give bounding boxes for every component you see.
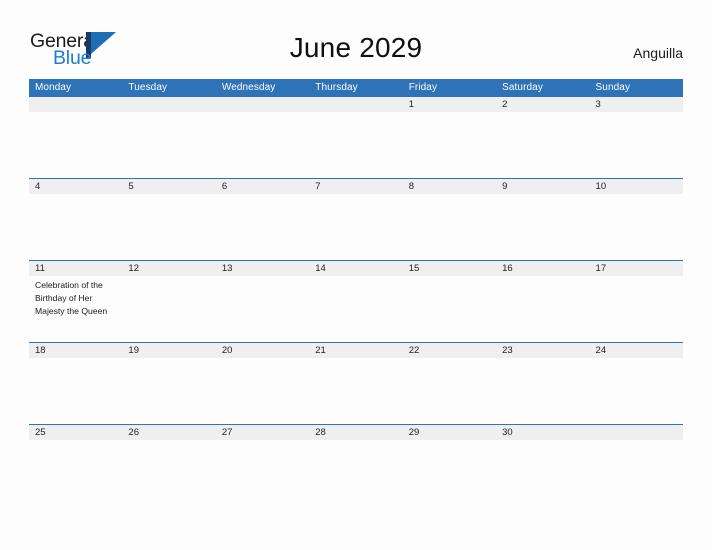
week-daynumber-band: 11 12 13 14 15 16 17 bbox=[29, 261, 683, 276]
day-cell[interactable] bbox=[216, 276, 309, 342]
weekday-header-row: Monday Tuesday Wednesday Thursday Friday… bbox=[29, 79, 683, 96]
day-number[interactable]: 5 bbox=[122, 179, 215, 194]
day-number[interactable]: 9 bbox=[496, 179, 589, 194]
weekday-header-sunday: Sunday bbox=[595, 82, 631, 93]
day-cell[interactable] bbox=[496, 276, 589, 342]
calendar-week-row: 18 19 20 21 22 23 24 bbox=[29, 342, 683, 424]
day-cell[interactable] bbox=[496, 112, 589, 178]
day-number[interactable]: 7 bbox=[309, 179, 402, 194]
day-cell[interactable] bbox=[216, 440, 309, 506]
day-number[interactable]: 28 bbox=[309, 425, 402, 440]
calendar-grid: Monday Tuesday Wednesday Thursday Friday… bbox=[29, 79, 683, 506]
day-cell[interactable] bbox=[403, 112, 496, 178]
day-number[interactable]: 29 bbox=[403, 425, 496, 440]
day-number[interactable]: 15 bbox=[403, 261, 496, 276]
weekday-header-monday: Monday bbox=[35, 82, 72, 93]
page-title: June 2029 bbox=[289, 32, 423, 63]
day-cell[interactable] bbox=[29, 112, 122, 178]
day-number[interactable]: 3 bbox=[590, 97, 683, 112]
day-number[interactable]: 14 bbox=[309, 261, 402, 276]
day-cell[interactable] bbox=[216, 194, 309, 260]
day-number[interactable] bbox=[29, 97, 122, 112]
day-number[interactable]: 20 bbox=[216, 343, 309, 358]
week-event-body bbox=[29, 440, 683, 506]
day-number[interactable]: 17 bbox=[590, 261, 683, 276]
day-number[interactable]: 26 bbox=[122, 425, 215, 440]
day-number[interactable]: 27 bbox=[216, 425, 309, 440]
day-cell[interactable] bbox=[29, 440, 122, 506]
page-header: General Blue June 2029 Anguilla bbox=[0, 0, 712, 78]
week-daynumber-band: 1 2 3 bbox=[29, 97, 683, 112]
day-number[interactable]: 13 bbox=[216, 261, 309, 276]
day-cell[interactable] bbox=[590, 358, 683, 424]
calendar-location-label: Anguilla bbox=[633, 45, 683, 61]
day-cell[interactable] bbox=[29, 358, 122, 424]
day-number[interactable]: 4 bbox=[29, 179, 122, 194]
day-number[interactable]: 8 bbox=[403, 179, 496, 194]
day-number[interactable]: 6 bbox=[216, 179, 309, 194]
day-cell[interactable] bbox=[403, 358, 496, 424]
day-number[interactable]: 1 bbox=[403, 97, 496, 112]
weekday-header-thursday: Thursday bbox=[315, 82, 358, 93]
day-cell[interactable] bbox=[122, 440, 215, 506]
day-cell[interactable] bbox=[309, 194, 402, 260]
week-event-body: Celebration of the Birthday of Her Majes… bbox=[29, 276, 683, 342]
day-cell[interactable] bbox=[590, 276, 683, 342]
day-cell[interactable] bbox=[590, 194, 683, 260]
day-number[interactable]: 19 bbox=[122, 343, 215, 358]
week-daynumber-band: 18 19 20 21 22 23 24 bbox=[29, 343, 683, 358]
day-number[interactable]: 24 bbox=[590, 343, 683, 358]
day-cell[interactable] bbox=[309, 112, 402, 178]
day-cell[interactable] bbox=[403, 276, 496, 342]
calendar-week-row: 1 2 3 bbox=[29, 96, 683, 178]
day-cell[interactable] bbox=[29, 194, 122, 260]
day-number[interactable]: 30 bbox=[496, 425, 589, 440]
weekday-header-saturday: Saturday bbox=[502, 82, 543, 93]
day-number[interactable] bbox=[216, 97, 309, 112]
day-number[interactable]: 18 bbox=[29, 343, 122, 358]
day-cell[interactable]: Celebration of the Birthday of Her Majes… bbox=[29, 276, 122, 342]
calendar-week-row: 11 12 13 14 15 16 17 Celebration of the … bbox=[29, 260, 683, 342]
day-cell[interactable] bbox=[496, 440, 589, 506]
day-cell[interactable] bbox=[216, 358, 309, 424]
day-number[interactable]: 2 bbox=[496, 97, 589, 112]
day-cell[interactable] bbox=[122, 194, 215, 260]
day-number[interactable] bbox=[309, 97, 402, 112]
week-event-body bbox=[29, 358, 683, 424]
day-number[interactable]: 22 bbox=[403, 343, 496, 358]
day-cell[interactable] bbox=[309, 276, 402, 342]
week-event-body bbox=[29, 112, 683, 178]
day-cell[interactable] bbox=[122, 276, 215, 342]
day-number[interactable]: 16 bbox=[496, 261, 589, 276]
day-cell[interactable] bbox=[496, 194, 589, 260]
day-number[interactable]: 25 bbox=[29, 425, 122, 440]
day-cell[interactable] bbox=[590, 440, 683, 506]
day-event-text: Celebration of the Birthday of Her Majes… bbox=[35, 280, 108, 316]
week-event-body bbox=[29, 194, 683, 260]
day-cell[interactable] bbox=[309, 440, 402, 506]
weekday-header-wednesday: Wednesday bbox=[221, 82, 276, 93]
day-cell[interactable] bbox=[122, 112, 215, 178]
day-number[interactable] bbox=[122, 97, 215, 112]
day-number[interactable] bbox=[590, 425, 683, 440]
weekday-header-tuesday: Tuesday bbox=[128, 82, 168, 93]
day-number[interactable]: 10 bbox=[590, 179, 683, 194]
day-cell[interactable] bbox=[403, 194, 496, 260]
day-cell[interactable] bbox=[496, 358, 589, 424]
day-cell[interactable] bbox=[403, 440, 496, 506]
calendar-week-row: 4 5 6 7 8 9 10 bbox=[29, 178, 683, 260]
day-number[interactable]: 23 bbox=[496, 343, 589, 358]
day-cell[interactable] bbox=[216, 112, 309, 178]
week-daynumber-band: 25 26 27 28 29 30 bbox=[29, 425, 683, 440]
calendar-week-row: 25 26 27 28 29 30 bbox=[29, 424, 683, 506]
day-cell[interactable] bbox=[309, 358, 402, 424]
day-number[interactable]: 11 bbox=[29, 261, 122, 276]
weekday-header-friday: Friday bbox=[408, 82, 438, 93]
day-cell[interactable] bbox=[122, 358, 215, 424]
day-number[interactable]: 21 bbox=[309, 343, 402, 358]
week-daynumber-band: 4 5 6 7 8 9 10 bbox=[29, 179, 683, 194]
day-number[interactable]: 12 bbox=[122, 261, 215, 276]
day-cell[interactable] bbox=[590, 112, 683, 178]
